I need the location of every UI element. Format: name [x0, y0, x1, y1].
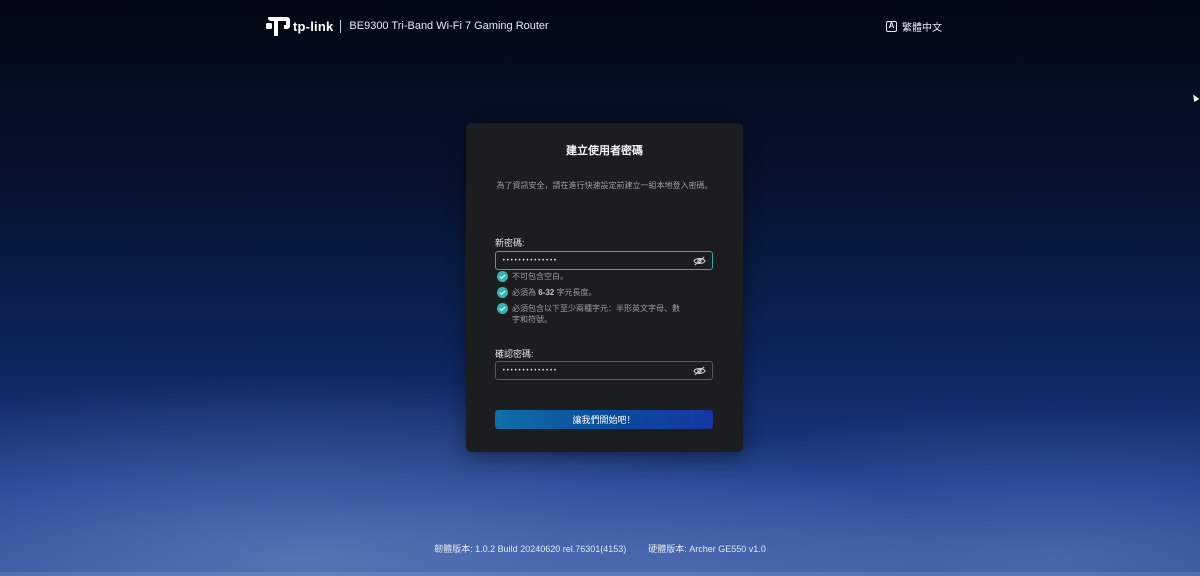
- card-description: 為了資訊安全，請在進行快速設定前建立一組本地登入密碼。: [496, 181, 713, 190]
- rule-no-spaces: 不可包含空白。: [497, 271, 687, 282]
- confirm-password-label: 確認密碼:: [495, 349, 534, 359]
- firmware-version: 韌體版本: 1.0.2 Build 20240620 rel.76301(415…: [434, 544, 627, 554]
- logo-text: tp-link: [293, 18, 334, 34]
- rule-text: 必須為 6-32 字元長度。: [512, 288, 597, 297]
- rule-text: 不可包含空白。: [512, 272, 568, 281]
- lets-get-started-button[interactable]: 讓我們開始吧！: [495, 410, 713, 429]
- tp-link-logo[interactable]: tp-link: [266, 14, 333, 38]
- brand-divider: [340, 19, 342, 33]
- create-password-card: 建立使用者密碼 為了資訊安全，請在進行快速設定前建立一組本地登入密碼。 新密碼:…: [466, 123, 743, 452]
- mouse-cursor-icon: [1190, 92, 1200, 103]
- rule-text: 必須包含以下至少兩種字元：半形英文字母、數字和符號。: [512, 304, 680, 324]
- brand: tp-link BE9300 Tri-Band Wi-Fi 7 Gaming R…: [266, 14, 549, 38]
- check-circle-icon: [497, 303, 508, 314]
- confirm-password-field: [495, 361, 713, 380]
- top-header: tp-link BE9300 Tri-Band Wi-Fi 7 Gaming R…: [266, 12, 942, 40]
- rule-character-types: 必須包含以下至少兩種字元：半形英文字母、數字和符號。: [497, 303, 687, 325]
- hardware-version: 硬體版本: Archer GE550 v1.0: [648, 544, 766, 554]
- new-password-field: [495, 251, 713, 270]
- new-password-input[interactable]: [502, 257, 692, 264]
- rule-length-range: 6-32: [538, 288, 555, 297]
- confirm-password-input[interactable]: [502, 367, 692, 374]
- router-model: BE9300 Tri-Band Wi-Fi 7 Gaming Router: [349, 20, 549, 32]
- card-title: 建立使用者密碼: [566, 145, 643, 157]
- new-password-label: 新密碼:: [495, 238, 525, 248]
- rule-length: 必須為 6-32 字元長度。: [497, 287, 687, 298]
- footer: 韌體版本: 1.0.2 Build 20240620 rel.76301(415…: [0, 542, 1200, 555]
- toggle-visibility-eye-off-icon[interactable]: [692, 364, 706, 378]
- language-icon: A: [886, 20, 897, 32]
- tp-link-logo-icon: [266, 17, 290, 36]
- check-circle-icon: [497, 287, 508, 298]
- toggle-visibility-eye-off-icon[interactable]: [692, 254, 706, 268]
- password-rules: 不可包含空白。 必須為 6-32 字元長度。 必須包含以下至少兩種字元：半形英文…: [497, 271, 687, 330]
- check-circle-icon: [497, 271, 508, 282]
- language-label: 繁體中文: [902, 22, 942, 34]
- language-selector[interactable]: A 繁體中文: [886, 19, 942, 34]
